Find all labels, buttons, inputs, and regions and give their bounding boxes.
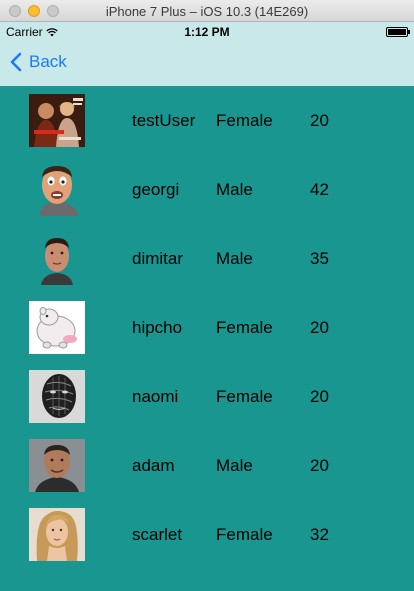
user-gender: Male [216, 180, 253, 199]
simulator-title-bar: iPhone 7 Plus – iOS 10.3 (14E269) [0, 0, 414, 22]
user-age: 32 [310, 525, 329, 544]
user-row[interactable]: georgi Male 42 [0, 155, 414, 224]
user-age: 20 [310, 387, 329, 406]
user-row[interactable]: scarlet Female 32 [0, 500, 414, 569]
user-age: 42 [310, 180, 329, 199]
user-name: hipcho [132, 318, 183, 337]
user-age: 20 [310, 456, 329, 475]
avatar [29, 508, 85, 561]
user-gender: Female [216, 525, 273, 544]
user-name: scarlet [132, 525, 183, 544]
navigation-area: Carrier 1:12 PM Back [0, 22, 414, 86]
avatar [29, 370, 85, 423]
user-row[interactable]: dimitar Male 35 [0, 224, 414, 293]
avatar [29, 94, 85, 147]
back-button-label: Back [29, 52, 67, 71]
window-title: iPhone 7 Plus – iOS 10.3 (14E269) [105, 4, 309, 19]
user-name: dimitar [132, 249, 184, 268]
user-row[interactable]: adam Male 20 [0, 431, 414, 500]
user-row[interactable]: naomi Female 20 [0, 362, 414, 431]
user-name: testUser [132, 111, 196, 130]
avatar [29, 301, 85, 354]
user-name: adam [132, 456, 175, 475]
status-time: 1:12 PM [184, 25, 230, 39]
user-gender: Female [216, 111, 273, 130]
status-bar: Carrier 1:12 PM [0, 22, 414, 42]
user-age: 20 [310, 111, 329, 130]
avatar [29, 439, 85, 492]
user-row[interactable]: hipcho Female 20 [0, 293, 414, 362]
avatar [29, 163, 85, 216]
user-gender: Female [216, 387, 273, 406]
chevron-left-icon [10, 52, 22, 72]
back-button[interactable]: Back [10, 52, 67, 72]
user-row[interactable]: testUser Female 20 [0, 86, 414, 155]
user-gender: Female [216, 318, 273, 337]
user-name: naomi [132, 387, 179, 406]
user-gender: Male [216, 456, 253, 475]
user-list: testUser Female 20 georgi Male 42 dimita… [0, 86, 414, 569]
user-age: 35 [310, 249, 329, 268]
battery-icon [386, 27, 410, 37]
avatar [29, 232, 85, 285]
user-name: georgi [132, 180, 180, 199]
user-gender: Male [216, 249, 253, 268]
user-age: 20 [310, 318, 329, 337]
